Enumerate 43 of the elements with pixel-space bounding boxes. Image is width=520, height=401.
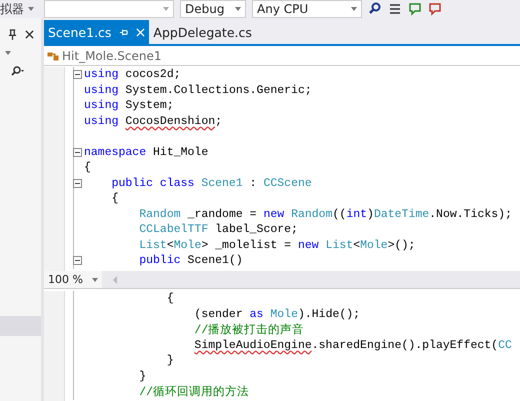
target-dropdown[interactable]: 拟器 [0, 0, 34, 18]
code-line: } [138, 370, 146, 383]
config-combo[interactable]: Debug [180, 0, 246, 18]
search-icon[interactable] [11, 66, 25, 76]
collapse-icon[interactable] [73, 176, 84, 191]
caret-icon[interactable] [5, 51, 11, 55]
code-line: } [166, 354, 174, 368]
platform-combo[interactable]: Any CPU [252, 0, 362, 18]
code-line: using System.Collections.Generic; [84, 84, 312, 97]
code-line: using System; [84, 99, 174, 112]
code-line: using cocos2d; [84, 68, 181, 82]
find-icon[interactable] [368, 2, 382, 16]
code-line: //播放被打击的声音 [193, 322, 304, 338]
code-line: public class Scene1 : CCScene [110, 176, 312, 190]
list-icon[interactable] [388, 2, 402, 16]
bubble-icon[interactable] [408, 2, 422, 16]
caret-icon[interactable] [28, 7, 34, 11]
collapse-icon[interactable] [73, 144, 84, 160]
code-line: { [166, 292, 174, 306]
pin-icon[interactable] [8, 28, 17, 40]
code-line: //循环回调用的方法 [138, 384, 250, 400]
close-icon[interactable] [25, 28, 34, 40]
code-line: namespace Hit_Mole [84, 146, 208, 159]
code-line: (sender as Mole).Hide(); [193, 308, 360, 321]
code-line: using CocosDenshion; [84, 114, 222, 128]
code-line: { [84, 161, 91, 174]
zoom-combo[interactable]: 100 % [44, 271, 102, 288]
caret-icon[interactable] [351, 7, 357, 11]
collapse-icon[interactable] [73, 67, 84, 82]
code-line: public Scene1() [138, 254, 243, 268]
file-tab[interactable]: AppDelegate.cs [149, 20, 256, 44]
code-line: CCLabelTTF label_Score; [138, 223, 298, 236]
code-line: { [110, 192, 119, 206]
code-line: Random _randome = new Random((int)DateTime.Now.Ticks); [138, 208, 512, 221]
caret-icon[interactable] [163, 7, 169, 11]
caret-icon[interactable] [235, 7, 241, 11]
navigation-bar[interactable]: Hit_Mole.Scene1 [44, 46, 520, 66]
code-line: SimpleAudioEngine.sharedEngine().playEffect(CC [193, 338, 512, 352]
code-line: List<Mole> _molelist = new List<Mole>(); [138, 238, 416, 252]
caret-icon[interactable] [92, 278, 98, 282]
collapse-icon[interactable] [73, 253, 84, 268]
class-icon [47, 50, 59, 62]
bubble-icon[interactable] [428, 2, 442, 16]
